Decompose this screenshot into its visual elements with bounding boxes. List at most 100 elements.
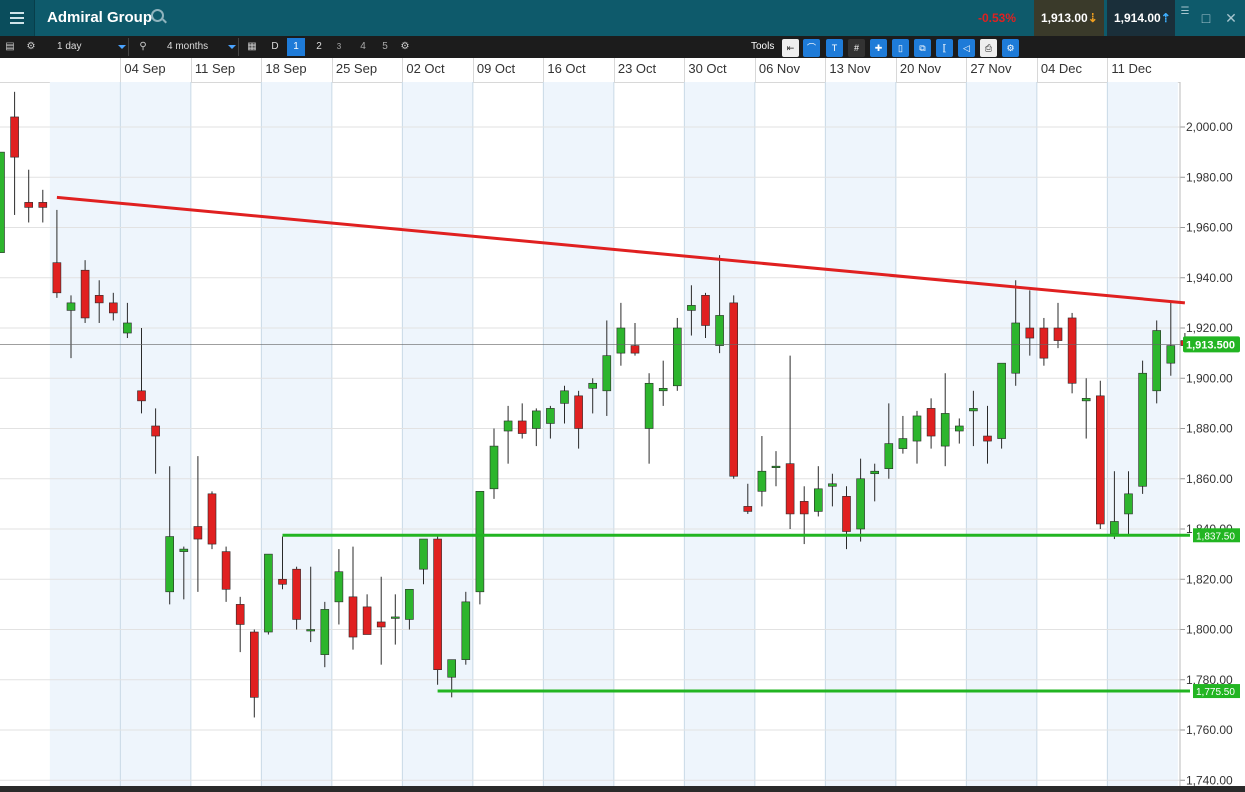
y-tick-label: 1,960.00 <box>1186 221 1233 235</box>
candle-body-up <box>1124 493 1133 515</box>
candle <box>362 594 372 635</box>
candle-body-down <box>376 621 386 628</box>
candle-body-up <box>715 315 724 346</box>
x-tick-separator <box>1107 58 1109 82</box>
gear-icon[interactable]: ⚙ <box>398 38 412 56</box>
layout-4-button[interactable]: 4 <box>354 38 372 56</box>
indicator-icon[interactable]: ⟦ <box>936 39 953 57</box>
layout-5-button[interactable]: 5 <box>376 38 394 56</box>
layout-1-button[interactable]: 1 <box>287 38 305 56</box>
candle-body-up <box>898 438 908 449</box>
x-tick-label: 18 Sep <box>265 61 307 76</box>
candle-body-down <box>193 526 203 540</box>
candle <box>38 189 48 223</box>
x-tick-label: 23 Oct <box>617 61 657 76</box>
candle-body-down <box>1025 327 1035 339</box>
candle <box>376 576 386 665</box>
candle <box>785 355 795 529</box>
candle-body-up <box>306 629 316 632</box>
menu-icon-line <box>10 17 24 19</box>
candle-body-up <box>940 413 950 447</box>
buy-price-button[interactable]: 1,914.00⇡ <box>1107 0 1175 36</box>
candle-body-up <box>405 588 414 620</box>
candle-body-down <box>1067 317 1077 384</box>
y-tick-label: 1,980.00 <box>1186 170 1233 184</box>
print-icon[interactable]: ⎙ <box>980 39 997 57</box>
up-arrow-icon: ⇡ <box>1160 11 1171 25</box>
line-tool-icon[interactable]: ⌒ <box>803 39 820 57</box>
period-value: 4 months <box>167 41 209 52</box>
y-tick-label: 1,940.00 <box>1186 271 1233 285</box>
popout-icon[interactable]: □ <box>1196 0 1216 36</box>
candle-body-down <box>10 116 19 158</box>
candle-body-up <box>856 478 865 530</box>
back-arrow-icon[interactable]: ⇤ <box>782 39 799 57</box>
candle-body-up <box>969 408 978 412</box>
x-tick-label: 02 Oct <box>406 61 445 76</box>
candle <box>1067 312 1077 394</box>
lock-icon[interactable]: ⚲ <box>136 38 150 56</box>
chart-type-button[interactable]: D <box>266 38 284 56</box>
candle-body-down <box>1053 327 1063 341</box>
layout-2-button[interactable]: 2 <box>310 38 328 56</box>
candle-body-down <box>743 506 753 512</box>
candle-body-up <box>489 445 499 490</box>
candle <box>912 410 922 464</box>
label-tool-icon[interactable]: ◁ <box>958 39 975 57</box>
y-tick-label: 1,760.00 <box>1186 723 1233 737</box>
y-tick-label: 1,900.00 <box>1186 371 1233 385</box>
layout-3-button[interactable]: 3 <box>330 38 348 56</box>
period-select[interactable]: 4 months <box>160 38 239 56</box>
candle <box>489 428 499 499</box>
x-tick-separator <box>754 58 756 82</box>
candle-icon[interactable]: ▯ <box>892 39 909 57</box>
y-tick-label: 1,820.00 <box>1186 572 1233 586</box>
x-tick-separator <box>825 58 827 82</box>
candle <box>250 629 259 718</box>
compare-icon[interactable]: ⧉ <box>914 39 931 57</box>
x-tick-separator <box>543 58 545 82</box>
candle-body-up <box>912 415 922 442</box>
crosshair-icon[interactable]: ✚ <box>870 39 887 57</box>
search-icon[interactable] <box>151 9 164 22</box>
candle-body-down <box>52 262 62 294</box>
gear-icon[interactable]: ⚙ <box>24 38 38 56</box>
candle-body-up <box>954 425 964 432</box>
candle-body-down <box>207 493 217 545</box>
sell-price-button[interactable]: 1,913.00⇣ <box>1034 0 1104 36</box>
y-tick-label: 1,860.00 <box>1186 472 1233 486</box>
candle-body-down <box>137 390 146 402</box>
candle-body-up <box>687 305 696 311</box>
candle-body-up <box>546 408 555 424</box>
candle-body-down <box>630 345 640 354</box>
candle-body-down <box>292 568 301 620</box>
candle-body-up <box>672 327 682 387</box>
candle-body-down <box>926 408 936 437</box>
price-chart[interactable]: 1,740.001,760.001,780.001,800.001,820.00… <box>0 82 1245 792</box>
candle <box>1138 360 1147 494</box>
interval-select[interactable]: 1 day <box>50 38 129 56</box>
candle-body-up <box>1011 322 1021 374</box>
chevron-down-icon <box>228 45 236 49</box>
x-tick-label: 06 Nov <box>758 61 801 76</box>
grid-icon[interactable]: # <box>848 39 865 57</box>
x-tick-label: 16 Oct <box>547 61 586 76</box>
candle-body-down <box>24 202 34 208</box>
candle <box>616 302 626 366</box>
candle <box>0 151 5 253</box>
close-icon[interactable]: ✕ <box>1220 0 1242 36</box>
candle <box>658 360 668 406</box>
calendar-icon[interactable]: ▦ <box>245 38 259 56</box>
menu-button[interactable] <box>0 0 35 36</box>
x-tick-separator <box>261 58 263 82</box>
candle-body-down <box>278 578 287 585</box>
settings-panel-icon[interactable]: ▤ <box>3 38 17 56</box>
candle <box>1081 378 1091 439</box>
candle <box>461 591 471 665</box>
candle-body-up <box>1081 398 1091 402</box>
text-tool-icon[interactable]: T <box>826 39 843 57</box>
tools-settings-icon[interactable]: ⚙ <box>1002 39 1019 57</box>
candle-body-up <box>602 355 612 392</box>
candle-body-up <box>66 302 76 311</box>
candle-body-down <box>517 420 527 434</box>
